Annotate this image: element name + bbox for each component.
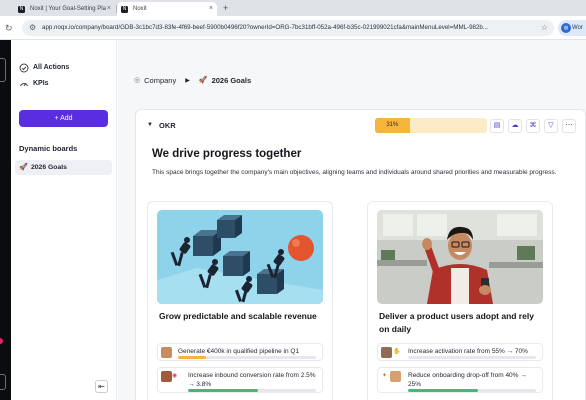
address-row: ↻ ⚙ app.noqx.io/company/board/GDB-3c1bc7… — [0, 16, 586, 40]
key-result-progress-fill — [178, 356, 206, 359]
key-result-progress-fill — [188, 389, 259, 392]
noxit-favicon-icon: N — [18, 5, 25, 13]
key-result-item[interactable]: ✋ Increase activation rate from 55% → 70… — [377, 343, 543, 361]
owner-avatar — [381, 347, 392, 358]
browser-tab-noxit[interactable]: N Noxit × — [117, 2, 217, 16]
okr-progress-bar: 31% — [375, 118, 487, 133]
url-text[interactable]: app.noqx.io/company/board/GDB-3c1bc7d3-8… — [42, 20, 542, 36]
rail-menu-button[interactable] — [0, 58, 6, 82]
collapse-toggle-icon[interactable]: ▼ — [147, 122, 153, 128]
sidebar-item-label: 2026 Goals — [31, 164, 67, 171]
breadcrumb-current: 2026 Goals — [211, 76, 252, 86]
more-options-button[interactable]: ⋯ — [562, 119, 576, 133]
breadcrumb-company[interactable]: Company — [144, 75, 176, 87]
browser-tab-bar: N Noxit | Your Goal-Setting Pla × N Noxi… — [0, 0, 586, 16]
tab-label: Noxit | Your Goal-Setting Pla — [30, 6, 106, 12]
filter-button[interactable]: ▽ — [544, 119, 558, 133]
sidebar: All Actions KPIs + Add Dynamic boards 🚀 … — [11, 40, 117, 400]
new-tab-button[interactable]: + — [223, 2, 228, 14]
comment-icon: ▤ — [493, 122, 501, 129]
okr-panel: ▼ OKR 31% ▤ ☁ ⌘ ▽ ⋯ We drive progress to… — [135, 109, 586, 400]
key-result-progress — [178, 356, 316, 359]
key-result-item[interactable]: ◉ Increase inbound conversion rate from … — [157, 367, 323, 393]
close-icon[interactable]: × — [209, 2, 213, 16]
sidebar-item-2026-goals[interactable]: 🚀 2026 Goals — [15, 160, 112, 175]
key-result-progress — [408, 389, 536, 392]
org-chart-button[interactable]: ⌘ — [526, 119, 540, 133]
objective-title: Grow predictable and scalable revenue — [159, 311, 317, 321]
cloud-upload-icon: ☁ — [511, 122, 519, 129]
key-result-text: Increase inbound conversion rate from 2.… — [188, 372, 316, 388]
check-circle-icon — [19, 63, 29, 73]
key-result-text: Reduce onboarding drop-off from 40% → 25… — [408, 372, 527, 388]
reload-icon[interactable]: ↻ — [5, 21, 13, 35]
noxit-favicon-icon: N — [121, 5, 128, 13]
gauge-icon — [19, 79, 29, 89]
more-icon: ⋯ — [565, 122, 573, 129]
profile-label: Wor — [572, 25, 583, 31]
address-bar[interactable]: ⚙ app.noqx.io/company/board/GDB-3c1bc7d3… — [22, 20, 554, 36]
site-info-icon[interactable]: ⚙ — [29, 23, 39, 33]
owner-avatar — [390, 371, 401, 382]
sidebar-item-all-actions[interactable]: All Actions — [19, 61, 69, 75]
objective-photo — [377, 210, 543, 304]
hero-title: We drive progress together — [152, 148, 302, 160]
key-result-progress-fill — [408, 389, 479, 392]
tab-label: Noxit — [133, 6, 147, 12]
objective-title: Deliver a product users adopt and rely o… — [379, 311, 534, 334]
key-result-progress — [408, 356, 536, 359]
rail-bottom-button[interactable] — [0, 374, 6, 390]
app-rail — [0, 40, 11, 400]
objective-illustration — [157, 210, 323, 304]
filter-icon: ▽ — [548, 122, 554, 129]
hand-icon: ✋ — [393, 349, 401, 355]
company-icon: ◎ — [134, 77, 141, 85]
comment-button[interactable]: ▤ — [490, 119, 504, 133]
profile-button[interactable]: ◍ Wor — [558, 20, 586, 36]
owner-avatar — [161, 371, 172, 382]
sidebar-item-kpis[interactable]: KPIs — [19, 77, 49, 91]
rocket-icon: 🚀 — [198, 77, 208, 85]
objective-card[interactable]: Deliver a product users adopt and rely o… — [367, 201, 553, 400]
okr-progress-fill: 31% — [375, 118, 410, 133]
profile-avatar-icon: ◍ — [561, 23, 571, 33]
objective-card[interactable]: Grow predictable and scalable revenue Ge… — [147, 201, 333, 400]
rocket-icon: 🚀 — [19, 164, 28, 171]
target-icon: ◉ — [172, 373, 178, 379]
browser-tab-noxit-goals[interactable]: N Noxit | Your Goal-Setting Pla × — [14, 2, 115, 16]
close-icon[interactable]: × — [107, 2, 111, 16]
org-chart-icon: ⌘ — [529, 122, 537, 129]
okr-title: OKR — [159, 121, 176, 130]
key-result-progress — [188, 389, 316, 392]
breadcrumb: ◎ Company ▶ 🚀 2026 Goals — [134, 75, 251, 87]
hero-description: This space brings together the company's… — [152, 169, 557, 176]
collapse-sidebar-button[interactable]: ⇤ — [95, 380, 108, 393]
bookmark-star-icon[interactable]: ☆ — [541, 20, 548, 36]
key-result-item[interactable]: Generate €400k in qualified pipeline in … — [157, 343, 323, 361]
notification-dot — [0, 338, 3, 344]
add-button[interactable]: + Add — [19, 110, 108, 127]
sidebar-item-label: KPIs — [33, 80, 49, 87]
chevron-right-icon: ▶ — [185, 78, 190, 85]
collapse-left-icon: ⇤ — [98, 382, 105, 391]
sparkle-icon: ✦ — [382, 373, 388, 379]
key-result-item[interactable]: ✦ Reduce onboarding drop-off from 40% → … — [377, 367, 543, 393]
upload-button[interactable]: ☁ — [508, 119, 522, 133]
sidebar-item-label: All Actions — [33, 64, 70, 71]
dynamic-boards-heading: Dynamic boards — [19, 144, 78, 153]
owner-avatar — [161, 347, 172, 358]
main-content: ◎ Company ▶ 🚀 2026 Goals ▼ OKR 31% ▤ ☁ ⌘ ▽ ⋯… — [118, 40, 586, 400]
